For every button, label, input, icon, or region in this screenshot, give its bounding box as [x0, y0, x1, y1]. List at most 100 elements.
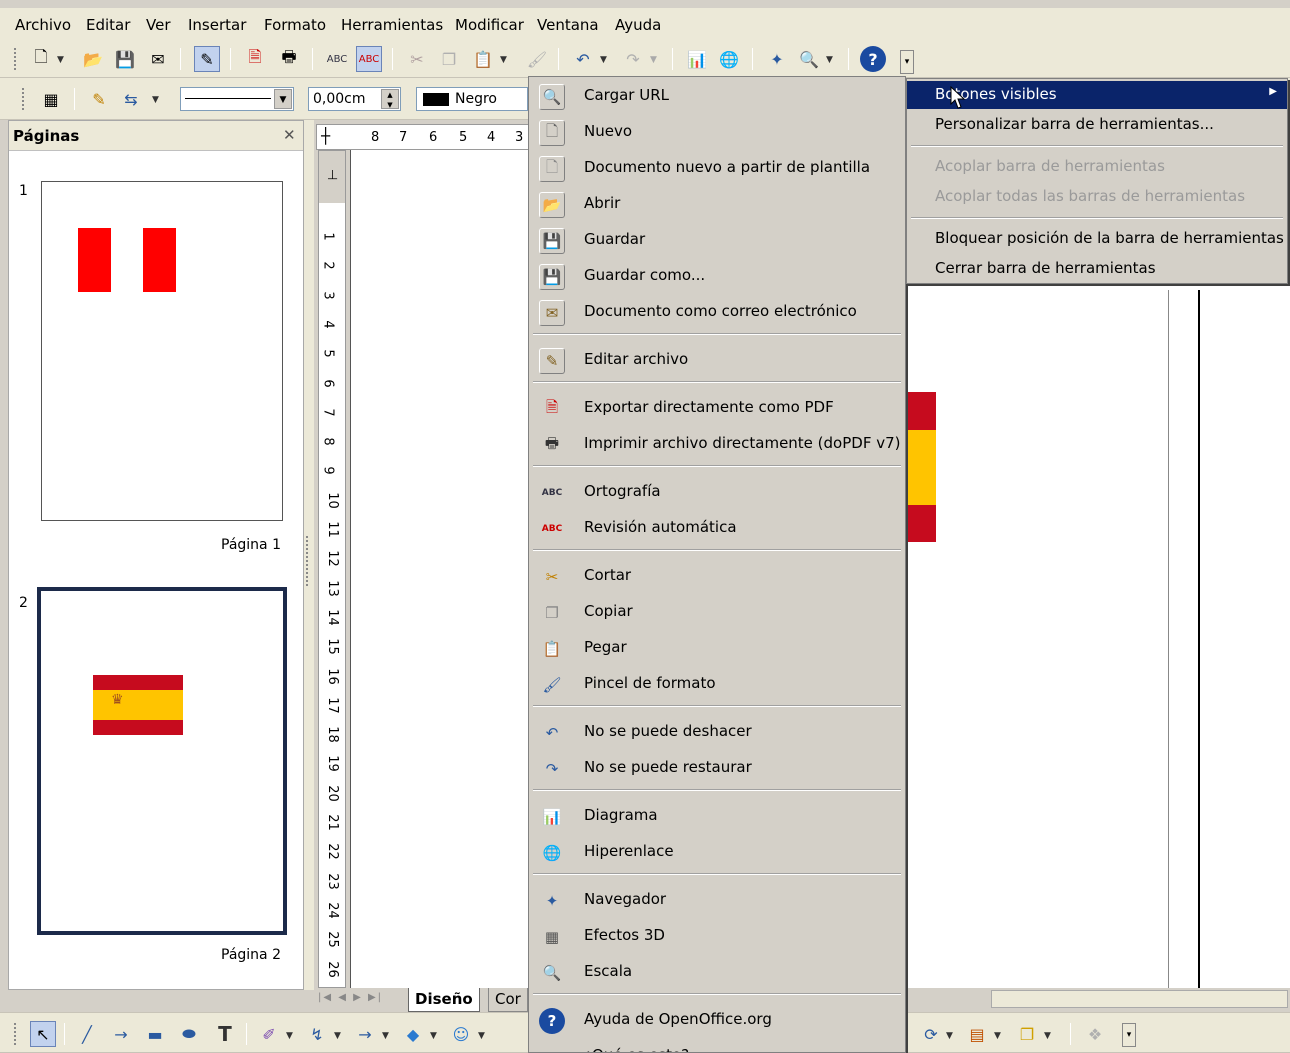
menu-item-save-as[interactable]: 💾 Guardar como...: [529, 259, 905, 295]
chevron-down-icon[interactable]: ▼: [382, 1031, 389, 1041]
menu-item-redo[interactable]: ↷ No se puede restaurar: [529, 751, 905, 787]
menu-item-autospell[interactable]: ABC Revisión automática: [529, 511, 905, 547]
menu-item-new[interactable]: 🗋 Nuevo: [529, 115, 905, 151]
menu-item-zoom[interactable]: 🔍 Escala: [529, 955, 905, 991]
menu-item-dock-toolbar[interactable]: Acoplar barra de herramientas: [907, 153, 1287, 181]
cut-icon[interactable]: ✂: [404, 46, 430, 72]
symbol-shapes-icon[interactable]: ☺: [448, 1021, 474, 1047]
spain-flag[interactable]: [904, 392, 936, 542]
text-icon[interactable]: T: [212, 1021, 238, 1047]
menu-item-open[interactable]: 📂 Abrir: [529, 187, 905, 223]
menu-herramientas[interactable]: Herramientas: [341, 16, 443, 34]
chevron-down-icon[interactable]: ▼: [57, 55, 64, 65]
menu-item-3d-effects[interactable]: ▦ Efectos 3D: [529, 919, 905, 955]
menu-item-whats-this[interactable]: ¿Qué es esto?: [529, 1039, 905, 1052]
chevron-down-icon[interactable]: ▼: [286, 1031, 293, 1041]
menu-insertar[interactable]: Insertar: [188, 16, 246, 34]
menu-ver[interactable]: Ver: [146, 16, 171, 34]
extrusion-icon[interactable]: ❖: [1082, 1021, 1108, 1047]
chevron-down-icon[interactable]: ▼: [430, 1031, 437, 1041]
save-icon[interactable]: 💾: [112, 46, 138, 72]
arrange-icon[interactable]: ❐: [1014, 1021, 1040, 1047]
toolbar-overflow-button[interactable]: ▾: [1122, 1023, 1136, 1047]
page-thumbnail-2[interactable]: ♛: [37, 587, 287, 935]
curve-icon[interactable]: ✐: [256, 1021, 282, 1047]
chevron-down-icon[interactable]: ▼: [274, 89, 292, 109]
tab-controls[interactable]: Cor: [488, 988, 528, 1012]
menu-item-undo[interactable]: ↶ No se puede deshacer: [529, 715, 905, 751]
tab-stop-icon[interactable]: ┼: [321, 127, 330, 145]
panel-splitter[interactable]: [304, 120, 314, 990]
chevron-down-icon[interactable]: ▼: [500, 55, 507, 65]
close-icon[interactable]: ✕: [283, 126, 296, 144]
rectangle-icon[interactable]: ▬: [142, 1021, 168, 1047]
basic-shapes-icon[interactable]: ◆: [400, 1021, 426, 1047]
menu-item-cut[interactable]: ✂ Cortar: [529, 559, 905, 595]
toolbar-grip[interactable]: [14, 48, 17, 70]
arrow-style-icon[interactable]: ⇆: [118, 86, 144, 112]
zoom-icon[interactable]: 🔍: [796, 46, 822, 72]
tab-nav-icons[interactable]: |◀ ◀ ▶ ▶|: [318, 992, 383, 1003]
chevron-down-icon[interactable]: ▼: [478, 1031, 485, 1041]
line-color-select[interactable]: Negro: [416, 87, 528, 111]
select-icon[interactable]: ↖: [30, 1021, 56, 1047]
alignment-icon[interactable]: ▤: [964, 1021, 990, 1047]
horizontal-scrollbar[interactable]: [991, 990, 1288, 1008]
ellipse-icon[interactable]: ⬬: [176, 1021, 202, 1047]
styles-icon[interactable]: ▦: [38, 86, 64, 112]
print-icon[interactable]: 🖶: [276, 46, 302, 72]
pdf-icon[interactable]: 🗎: [242, 46, 268, 72]
menu-item-hyperlink[interactable]: 🌐 Hiperenlace: [529, 835, 905, 871]
menu-item-format-brush[interactable]: 🖌 Pincel de formato: [529, 667, 905, 703]
menu-item-save[interactable]: 💾 Guardar: [529, 223, 905, 259]
spellcheck-icon[interactable]: ABC: [324, 46, 350, 72]
stepper-icon[interactable]: ▲ ▼: [381, 89, 399, 109]
copy-icon[interactable]: ❐: [436, 46, 462, 72]
menu-item-help[interactable]: ? Ayuda de OpenOffice.org: [529, 1003, 905, 1039]
chevron-down-icon[interactable]: ▼: [826, 55, 833, 65]
line-icon[interactable]: ✎: [86, 86, 112, 112]
menu-item-dock-all-toolbars[interactable]: Acoplar todas las barras de herramientas: [907, 183, 1287, 211]
menu-item-lock-toolbar[interactable]: Bloquear posición de la barra de herrami…: [907, 225, 1287, 253]
undo-icon[interactable]: ↶: [570, 46, 596, 72]
menu-formato[interactable]: Formato: [264, 16, 326, 34]
email-icon[interactable]: ✉: [145, 46, 171, 72]
menu-archivo[interactable]: Archivo: [15, 16, 71, 34]
menu-item-email[interactable]: ✉ Documento como correo electrónico: [529, 295, 905, 331]
autospell-icon[interactable]: ABC: [356, 46, 382, 72]
chevron-down-icon[interactable]: ▼: [1044, 1031, 1051, 1041]
hyperlink-icon[interactable]: 🌐: [716, 46, 742, 72]
chevron-down-icon[interactable]: ▼: [600, 55, 607, 65]
menu-item-spellcheck[interactable]: ABC Ortografía: [529, 475, 905, 511]
arrows-icon[interactable]: →: [352, 1021, 378, 1047]
toolbar-grip[interactable]: [22, 88, 25, 110]
redo-icon[interactable]: ↷: [620, 46, 646, 72]
menu-item-chart[interactable]: 📊 Diagrama: [529, 799, 905, 835]
new-icon[interactable]: 🗋: [28, 46, 54, 72]
help-icon[interactable]: ?: [860, 46, 886, 72]
menu-ventana[interactable]: Ventana: [537, 16, 599, 34]
menu-item-close-toolbar[interactable]: Cerrar barra de herramientas: [907, 255, 1287, 283]
line-width-field[interactable]: 0,00cm ▲ ▼: [308, 87, 401, 111]
menu-item-copy[interactable]: ❐ Copiar: [529, 595, 905, 631]
menu-ayuda[interactable]: Ayuda: [615, 16, 661, 34]
chevron-down-icon[interactable]: ▼: [946, 1031, 953, 1041]
arrow-tool-icon[interactable]: →: [108, 1021, 134, 1047]
toolbar-grip[interactable]: [14, 1023, 17, 1045]
menu-item-print[interactable]: 🖶 Imprimir archivo directamente (doPDF v7…: [529, 427, 905, 463]
menu-item-customize-toolbar[interactable]: Personalizar barra de herramientas...: [907, 111, 1287, 139]
menu-item-edit-file[interactable]: ✎ Editar archivo: [529, 343, 905, 379]
chevron-down-icon[interactable]: ▼: [334, 1031, 341, 1041]
vertical-ruler[interactable]: 1 2 3 4 5 6 7 8 9 10 11 12 13 14 15 16 17 18 19 20 21 22 23 24 2…: [318, 150, 346, 988]
chevron-down-icon[interactable]: ▼: [650, 55, 657, 65]
chevron-down-icon[interactable]: ▼: [152, 95, 159, 105]
menu-item-paste[interactable]: 📋 Pegar: [529, 631, 905, 667]
menu-item-load-url[interactable]: 🔍 Cargar URL: [529, 79, 905, 115]
tab-design[interactable]: Diseño: [408, 988, 480, 1012]
chevron-down-icon[interactable]: ▼: [994, 1031, 1001, 1041]
edit-file-icon[interactable]: ✎: [194, 46, 220, 72]
menu-editar[interactable]: Editar: [86, 16, 130, 34]
menu-item-template[interactable]: 🗋 Documento nuevo a partir de plantilla: [529, 151, 905, 187]
line-style-select[interactable]: ▼: [180, 87, 294, 111]
rotate-icon[interactable]: ⟳: [918, 1021, 944, 1047]
